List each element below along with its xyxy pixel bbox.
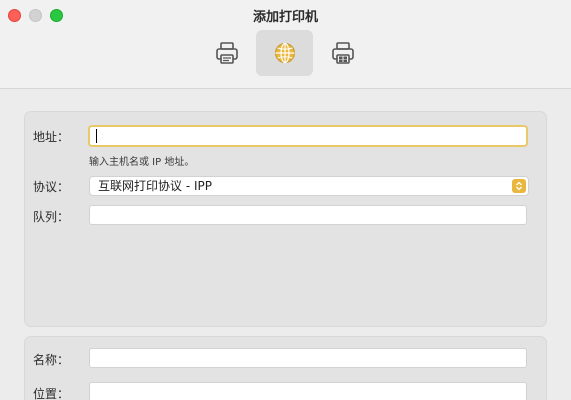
printer-icon <box>215 42 238 64</box>
globe-icon <box>274 42 295 64</box>
queue-field[interactable] <box>89 205 527 225</box>
toolbar-ip-printer[interactable] <box>256 30 313 76</box>
location-label: 位置： <box>32 387 69 400</box>
chevron-updown-icon <box>512 179 526 193</box>
address-label: 地址： <box>32 130 69 144</box>
name-label: 名称： <box>32 353 69 367</box>
text-caret <box>96 128 97 143</box>
address-field[interactable] <box>88 125 528 147</box>
printer-icon <box>331 42 354 64</box>
protocol-select[interactable]: 互联网打印协议 - IPP <box>89 176 529 196</box>
connection-panel: 地址： 输入主机名或 IP 地址。 协议： 互联网打印协议 - IPP 队列： <box>24 111 547 327</box>
window-title: 添加打印机 <box>252 10 318 25</box>
titlebar: 添加打印机 <box>0 0 571 89</box>
queue-label: 队列： <box>32 210 69 224</box>
toolbar-windows-printer[interactable] <box>314 30 371 76</box>
content-area: 地址： 输入主机名或 IP 地址。 协议： 互联网打印协议 - IPP 队列： … <box>0 89 571 400</box>
toolbar-default-printers[interactable] <box>198 30 255 76</box>
location-field[interactable] <box>89 382 527 400</box>
address-hint: 输入主机名或 IP 地址。 <box>89 157 195 168</box>
add-printer-window: 添加打印机 地址： 输入主机名或 IP 地址。 协议： 互联网打印协议 - IP… <box>0 0 571 400</box>
protocol-label: 协议： <box>32 180 69 194</box>
protocol-value: 互联网打印协议 - IPP <box>98 179 212 193</box>
name-field[interactable] <box>89 348 527 368</box>
details-panel: 名称： 位置： <box>24 336 547 400</box>
